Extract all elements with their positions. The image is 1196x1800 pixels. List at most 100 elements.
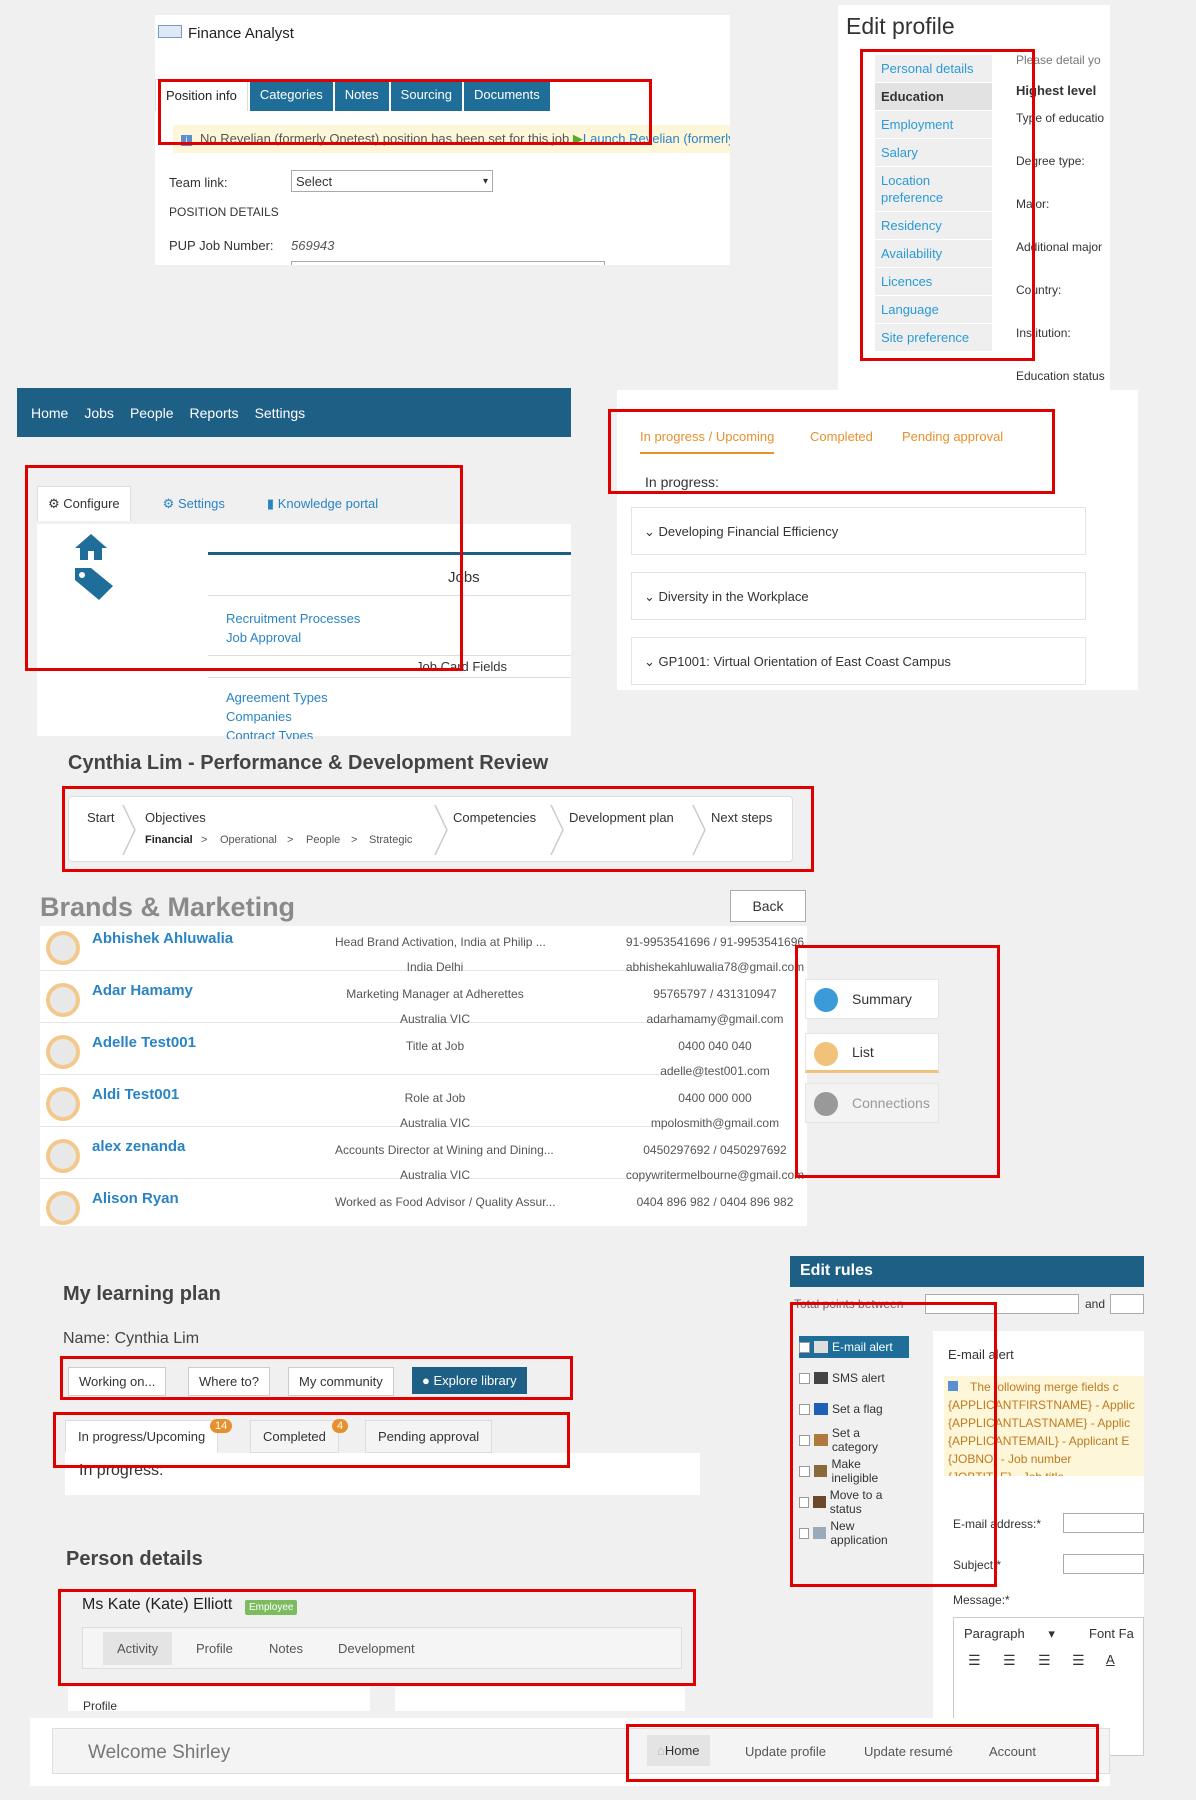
connections-button[interactable]: Connections [805, 1083, 939, 1123]
checkbox[interactable] [799, 1496, 810, 1508]
checkbox[interactable] [799, 1434, 810, 1446]
list-button[interactable]: List [805, 1033, 939, 1073]
menu-education[interactable]: Education [875, 83, 992, 111]
tab-development[interactable]: Development [338, 1641, 415, 1656]
checkbox[interactable] [799, 1465, 810, 1477]
checkbox[interactable] [799, 1372, 810, 1384]
nav-settings[interactable]: Settings [255, 405, 306, 421]
nav-home-tab[interactable]: ⌂Home [647, 1735, 710, 1766]
tab-categories[interactable]: Categories [249, 79, 333, 111]
nav-reports[interactable]: Reports [190, 405, 239, 421]
rule-new-application[interactable]: New application [799, 1519, 909, 1547]
menu-personal-details[interactable]: Personal details [875, 55, 992, 83]
lp-in-progress-heading: In progress: [79, 1462, 164, 1479]
checkbox[interactable] [799, 1403, 810, 1415]
email-address-input[interactable] [1063, 1513, 1144, 1533]
menu-licences[interactable]: Licences [875, 268, 992, 296]
rule-sms-alert[interactable]: SMS alert [799, 1367, 909, 1389]
tab-sourcing[interactable]: Sourcing [390, 79, 462, 111]
rule-move-status[interactable]: Move to a status [799, 1488, 909, 1516]
numbered-list-icon[interactable]: ☰ [1003, 1652, 1016, 1669]
menu-location-preference[interactable]: Location preference [875, 167, 992, 212]
tab-in-progress-upcoming[interactable]: In progress / Upcoming [640, 429, 775, 454]
nav-people[interactable]: People [130, 405, 174, 421]
nav-update-profile[interactable]: Update profile [745, 1744, 826, 1759]
tab-completed[interactable]: Completed [810, 429, 873, 444]
link-recruitment-processes[interactable]: Recruitment Processes [226, 611, 360, 626]
text-color-icon[interactable]: A [1106, 1652, 1115, 1667]
course-item[interactable]: ⌄ Developing Financial Efficiency [631, 507, 1086, 555]
menu-availability[interactable]: Availability [875, 240, 992, 268]
link-contract-types[interactable]: Contract Types [226, 728, 313, 739]
tab-cfg-settings[interactable]: ⚙ Settings [153, 487, 235, 521]
explore-library-button[interactable]: ● Explore library [412, 1367, 527, 1394]
tab-position-info[interactable]: Position info [155, 79, 248, 111]
where-to-button[interactable]: Where to? [188, 1367, 270, 1396]
launch-revelian-link[interactable]: Launch Revelian (formerly Onetes [583, 131, 730, 146]
team-link-value: Select [296, 173, 333, 189]
working-on-button[interactable]: Working on... [68, 1367, 167, 1396]
outdent-icon[interactable]: ☰ [1038, 1652, 1051, 1669]
menu-site-preference[interactable]: Site preference [875, 324, 992, 352]
rule-email-alert[interactable]: E-mail alert [799, 1336, 909, 1358]
rule-set-flag[interactable]: Set a flag [799, 1398, 909, 1420]
subject-input[interactable] [1063, 1554, 1144, 1574]
nav-account[interactable]: Account [989, 1744, 1036, 1759]
list-item[interactable]: Alison Ryan Worked as Food Advisor / Qua… [40, 1186, 793, 1226]
tag-icon[interactable] [73, 566, 117, 602]
link-companies[interactable]: Companies [226, 709, 292, 724]
list-item[interactable]: alex zenanda Accounts Director at Wining… [40, 1134, 804, 1182]
home-icon[interactable] [73, 532, 109, 562]
job-icon[interactable] [158, 25, 182, 38]
points-max-input[interactable] [1110, 1294, 1144, 1314]
avatar [46, 1087, 80, 1121]
points-min-input[interactable] [925, 1294, 1079, 1314]
tab-notes[interactable]: Notes [334, 79, 389, 111]
contact-name[interactable]: alex zenanda [92, 1138, 185, 1155]
menu-residency[interactable]: Residency [875, 212, 992, 240]
list-item[interactable]: Aldi Test001 Role at Job Australia VIC 0… [40, 1082, 779, 1130]
next-field[interactable] [291, 261, 605, 265]
course-item[interactable]: ⌄ GP1001: Virtual Orientation of East Co… [631, 637, 1086, 685]
contact-name[interactable]: Adar Hamamy [92, 982, 193, 999]
tab-configure[interactable]: ⚙ Configure [37, 486, 131, 521]
link-job-approval[interactable]: Job Approval [226, 630, 301, 645]
tab-notes[interactable]: Notes [269, 1641, 303, 1656]
summary-button[interactable]: Summary [805, 979, 939, 1019]
course-item[interactable]: ⌄ Diversity in the Workplace [631, 572, 1086, 620]
menu-salary[interactable]: Salary [875, 139, 992, 167]
tab-pending-approval[interactable]: Pending approval [902, 429, 1003, 444]
team-link-select[interactable]: Select ▾ [291, 170, 493, 192]
nav-jobs[interactable]: Jobs [84, 405, 114, 421]
link-agreement-types[interactable]: Agreement Types [226, 690, 328, 705]
menu-employment[interactable]: Employment [875, 111, 992, 139]
list-item[interactable]: Abhishek Ahluwalia Head Brand Activation… [40, 926, 804, 974]
contact-name[interactable]: Abhishek Ahluwalia [92, 930, 233, 947]
tab-lp-completed[interactable]: Completed [250, 1420, 339, 1453]
contact-name[interactable]: Aldi Test001 [92, 1086, 179, 1103]
checkbox[interactable] [799, 1527, 810, 1539]
rule-make-ineligible[interactable]: Make ineligible [799, 1457, 909, 1485]
nav-home[interactable]: Home [31, 405, 68, 421]
font-family-select[interactable]: Font Fa [1089, 1626, 1134, 1641]
tab-documents[interactable]: Documents [463, 79, 550, 111]
my-community-button[interactable]: My community [288, 1367, 394, 1396]
rule-set-category[interactable]: Set a category [799, 1426, 909, 1454]
tab-lp-in-progress[interactable]: In progress/Upcoming [65, 1420, 219, 1453]
contact-name[interactable]: Alison Ryan [92, 1190, 179, 1207]
tab-activity[interactable]: Activity [103, 1632, 173, 1665]
tab-knowledge-portal[interactable]: ▮ Knowledge portal [257, 487, 388, 521]
tab-profile[interactable]: Profile [196, 1641, 233, 1656]
list-item[interactable]: Adar Hamamy Marketing Manager at Adheret… [40, 978, 783, 1026]
tab-lp-pending[interactable]: Pending approval [365, 1420, 493, 1453]
bullet-list-icon[interactable]: ☰ [968, 1652, 981, 1669]
menu-language[interactable]: Language [875, 296, 992, 324]
checkbox[interactable] [799, 1341, 810, 1353]
indent-icon[interactable]: ☰ [1072, 1652, 1085, 1669]
contact-name[interactable]: Adelle Test001 [92, 1034, 196, 1051]
list-item[interactable]: Adelle Test001 Title at Job 0400 040 040… [40, 1030, 770, 1078]
jobs-divider [208, 595, 571, 596]
nav-update-resume[interactable]: Update resumé [864, 1744, 953, 1759]
paragraph-select[interactable]: Paragraph ▾ [964, 1626, 1055, 1642]
back-button[interactable]: Back [730, 890, 806, 922]
